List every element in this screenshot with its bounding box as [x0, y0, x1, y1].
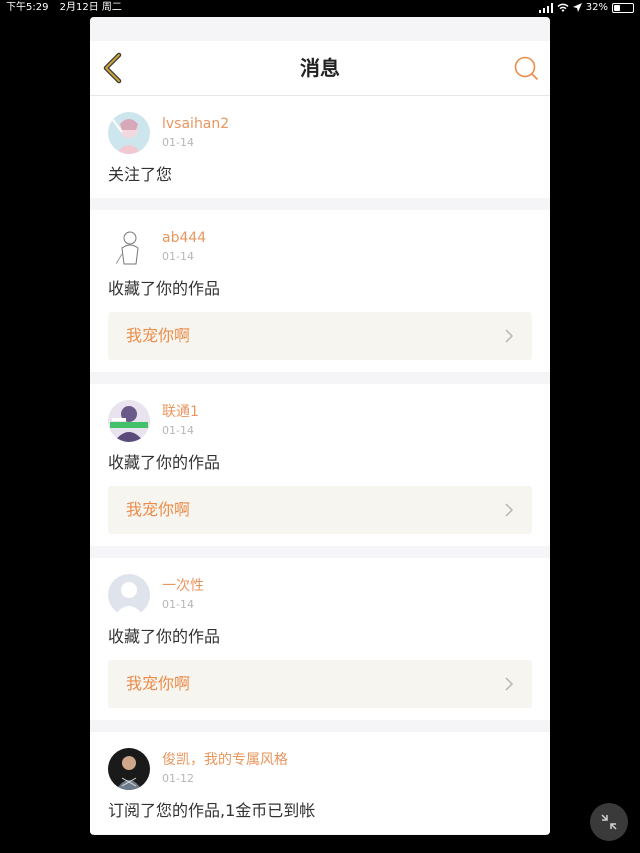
status-time: 下午5:29 [6, 2, 49, 13]
message-date: 01-14 [162, 250, 194, 263]
avatar[interactable] [108, 400, 150, 442]
username[interactable]: ab444 [162, 229, 206, 247]
message-text: 收藏了你的作品 [108, 627, 221, 646]
page-title: 消息 [300, 56, 340, 80]
nav-bar: 消息 [90, 41, 550, 96]
message-text: 收藏了你的作品 [108, 279, 221, 298]
avatar[interactable] [108, 112, 150, 154]
status-bar: 下午5:29 2月12日 周二 32% [0, 0, 640, 16]
avatar[interactable] [108, 748, 150, 790]
username[interactable]: 联通1 [162, 403, 199, 421]
username[interactable]: lvsaihan2 [162, 115, 229, 133]
chevron-right-icon [505, 329, 514, 343]
status-date: 2月12日 周二 [59, 2, 122, 13]
search-icon[interactable] [512, 54, 540, 82]
message-card: 联通1 01-14 收藏了你的作品 我宠你啊 [90, 384, 550, 546]
message-card: 一次性 01-14 收藏了你的作品 我宠你啊 [90, 558, 550, 720]
work-link[interactable]: 我宠你啊 [108, 486, 532, 534]
location-icon [572, 3, 582, 12]
signal-icon [538, 3, 553, 13]
message-card: ab444 01-14 收藏了你的作品 我宠你啊 [90, 210, 550, 372]
message-date: 01-12 [162, 772, 194, 785]
username[interactable]: 一次性 [162, 577, 204, 595]
avatar[interactable] [108, 226, 150, 268]
battery-icon [612, 3, 634, 13]
battery-percent: 32% [585, 2, 608, 13]
work-title: 我宠你啊 [126, 500, 191, 519]
message-text: 关注了您 [108, 165, 173, 184]
work-link[interactable]: 我宠你啊 [108, 312, 532, 360]
collapse-button[interactable] [590, 803, 628, 841]
work-link[interactable]: 我宠你啊 [108, 660, 532, 708]
wifi-icon [557, 3, 569, 12]
message-text: 订阅了您的作品,1金币已到帐 [108, 801, 316, 820]
message-text: 收藏了你的作品 [108, 453, 221, 472]
message-date: 01-14 [162, 598, 194, 611]
message-card: lvsaihan2 01-14 关注了您 [90, 96, 550, 198]
work-title: 我宠你啊 [126, 326, 191, 345]
username[interactable]: 俊凯，我的专属风格 [162, 751, 288, 769]
avatar[interactable] [108, 574, 150, 616]
work-title: 我宠你啊 [126, 674, 191, 693]
collapse-arrows-icon [601, 814, 617, 830]
chevron-right-icon [505, 677, 514, 691]
chevron-right-icon [505, 503, 514, 517]
message-date: 01-14 [162, 136, 194, 149]
message-card: 俊凯，我的专属风格 01-12 订阅了您的作品,1金币已到帐 [90, 732, 550, 834]
message-date: 01-14 [162, 424, 194, 437]
app-window: 消息 lvsaihan2 01-14 关注了您 ab444 01-14 收藏了你… [90, 17, 550, 835]
